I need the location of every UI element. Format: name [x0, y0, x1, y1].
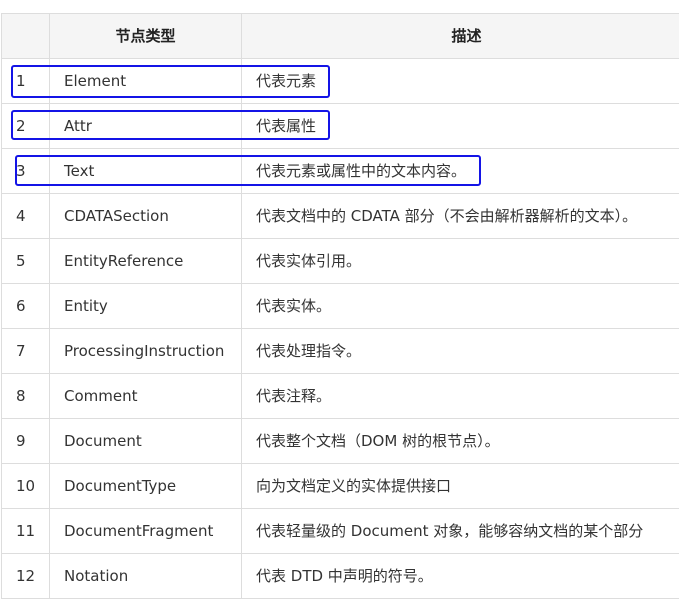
- row-description: 向为文档定义的实体提供接口: [242, 464, 679, 509]
- row-description: 代表实体引用。: [242, 239, 679, 284]
- row-description: 代表 DTD 中声明的符号。: [242, 554, 679, 599]
- row-node-type: Element: [50, 59, 242, 104]
- row-node-type: Text: [50, 149, 242, 194]
- row-number: 7: [2, 329, 50, 374]
- row-number: 9: [2, 419, 50, 464]
- row-node-type: Document: [50, 419, 242, 464]
- row-node-type: Notation: [50, 554, 242, 599]
- row-number: 12: [2, 554, 50, 599]
- row-description: 代表文档中的 CDATA 部分（不会由解析器解析的文本）。: [242, 194, 679, 239]
- row-number: 5: [2, 239, 50, 284]
- row-number: 10: [2, 464, 50, 509]
- row-node-type: ProcessingInstruction: [50, 329, 242, 374]
- row-node-type: DocumentType: [50, 464, 242, 509]
- row-number: 2: [2, 104, 50, 149]
- table-row: 7 ProcessingInstruction 代表处理指令。: [2, 329, 679, 374]
- header-num-cell: [2, 14, 50, 59]
- row-description: 代表元素或属性中的文本内容。: [242, 149, 679, 194]
- row-number: 8: [2, 374, 50, 419]
- row-node-type: CDATASection: [50, 194, 242, 239]
- row-number: 6: [2, 284, 50, 329]
- header-type-cell: 节点类型: [50, 14, 242, 59]
- table-row: 11 DocumentFragment 代表轻量级的 Document 对象，能…: [2, 509, 679, 554]
- table-row: 3 Text 代表元素或属性中的文本内容。: [2, 149, 679, 194]
- row-number: 3: [2, 149, 50, 194]
- row-description: 代表元素: [242, 59, 679, 104]
- row-node-type: Comment: [50, 374, 242, 419]
- table-row: 2 Attr 代表属性: [2, 104, 679, 149]
- table-row: 1 Element 代表元素: [2, 59, 679, 104]
- header-desc-cell: 描述: [242, 14, 679, 59]
- row-number: 1: [2, 59, 50, 104]
- row-node-type: Attr: [50, 104, 242, 149]
- row-number: 11: [2, 509, 50, 554]
- table-row: 12 Notation 代表 DTD 中声明的符号。: [2, 554, 679, 599]
- row-description: 代表整个文档（DOM 树的根节点）。: [242, 419, 679, 464]
- row-node-type: DocumentFragment: [50, 509, 242, 554]
- row-node-type: Entity: [50, 284, 242, 329]
- table-row: 10 DocumentType 向为文档定义的实体提供接口: [2, 464, 679, 509]
- table-row: 6 Entity 代表实体。: [2, 284, 679, 329]
- row-description: 代表轻量级的 Document 对象，能够容纳文档的某个部分: [242, 509, 679, 554]
- row-description: 代表实体。: [242, 284, 679, 329]
- table-header-row: 节点类型 描述: [2, 14, 679, 59]
- table-row: 4 CDATASection 代表文档中的 CDATA 部分（不会由解析器解析的…: [2, 194, 679, 239]
- node-type-table: 节点类型 描述 1 Element 代表元素 2 Attr 代表属性 3 Tex…: [1, 13, 679, 599]
- table-row: 5 EntityReference 代表实体引用。: [2, 239, 679, 284]
- node-type-table-wrapper: 节点类型 描述 1 Element 代表元素 2 Attr 代表属性 3 Tex…: [1, 13, 679, 599]
- table-row: 8 Comment 代表注释。: [2, 374, 679, 419]
- table-row: 9 Document 代表整个文档（DOM 树的根节点）。: [2, 419, 679, 464]
- row-description: 代表属性: [242, 104, 679, 149]
- row-number: 4: [2, 194, 50, 239]
- row-description: 代表处理指令。: [242, 329, 679, 374]
- row-node-type: EntityReference: [50, 239, 242, 284]
- row-description: 代表注释。: [242, 374, 679, 419]
